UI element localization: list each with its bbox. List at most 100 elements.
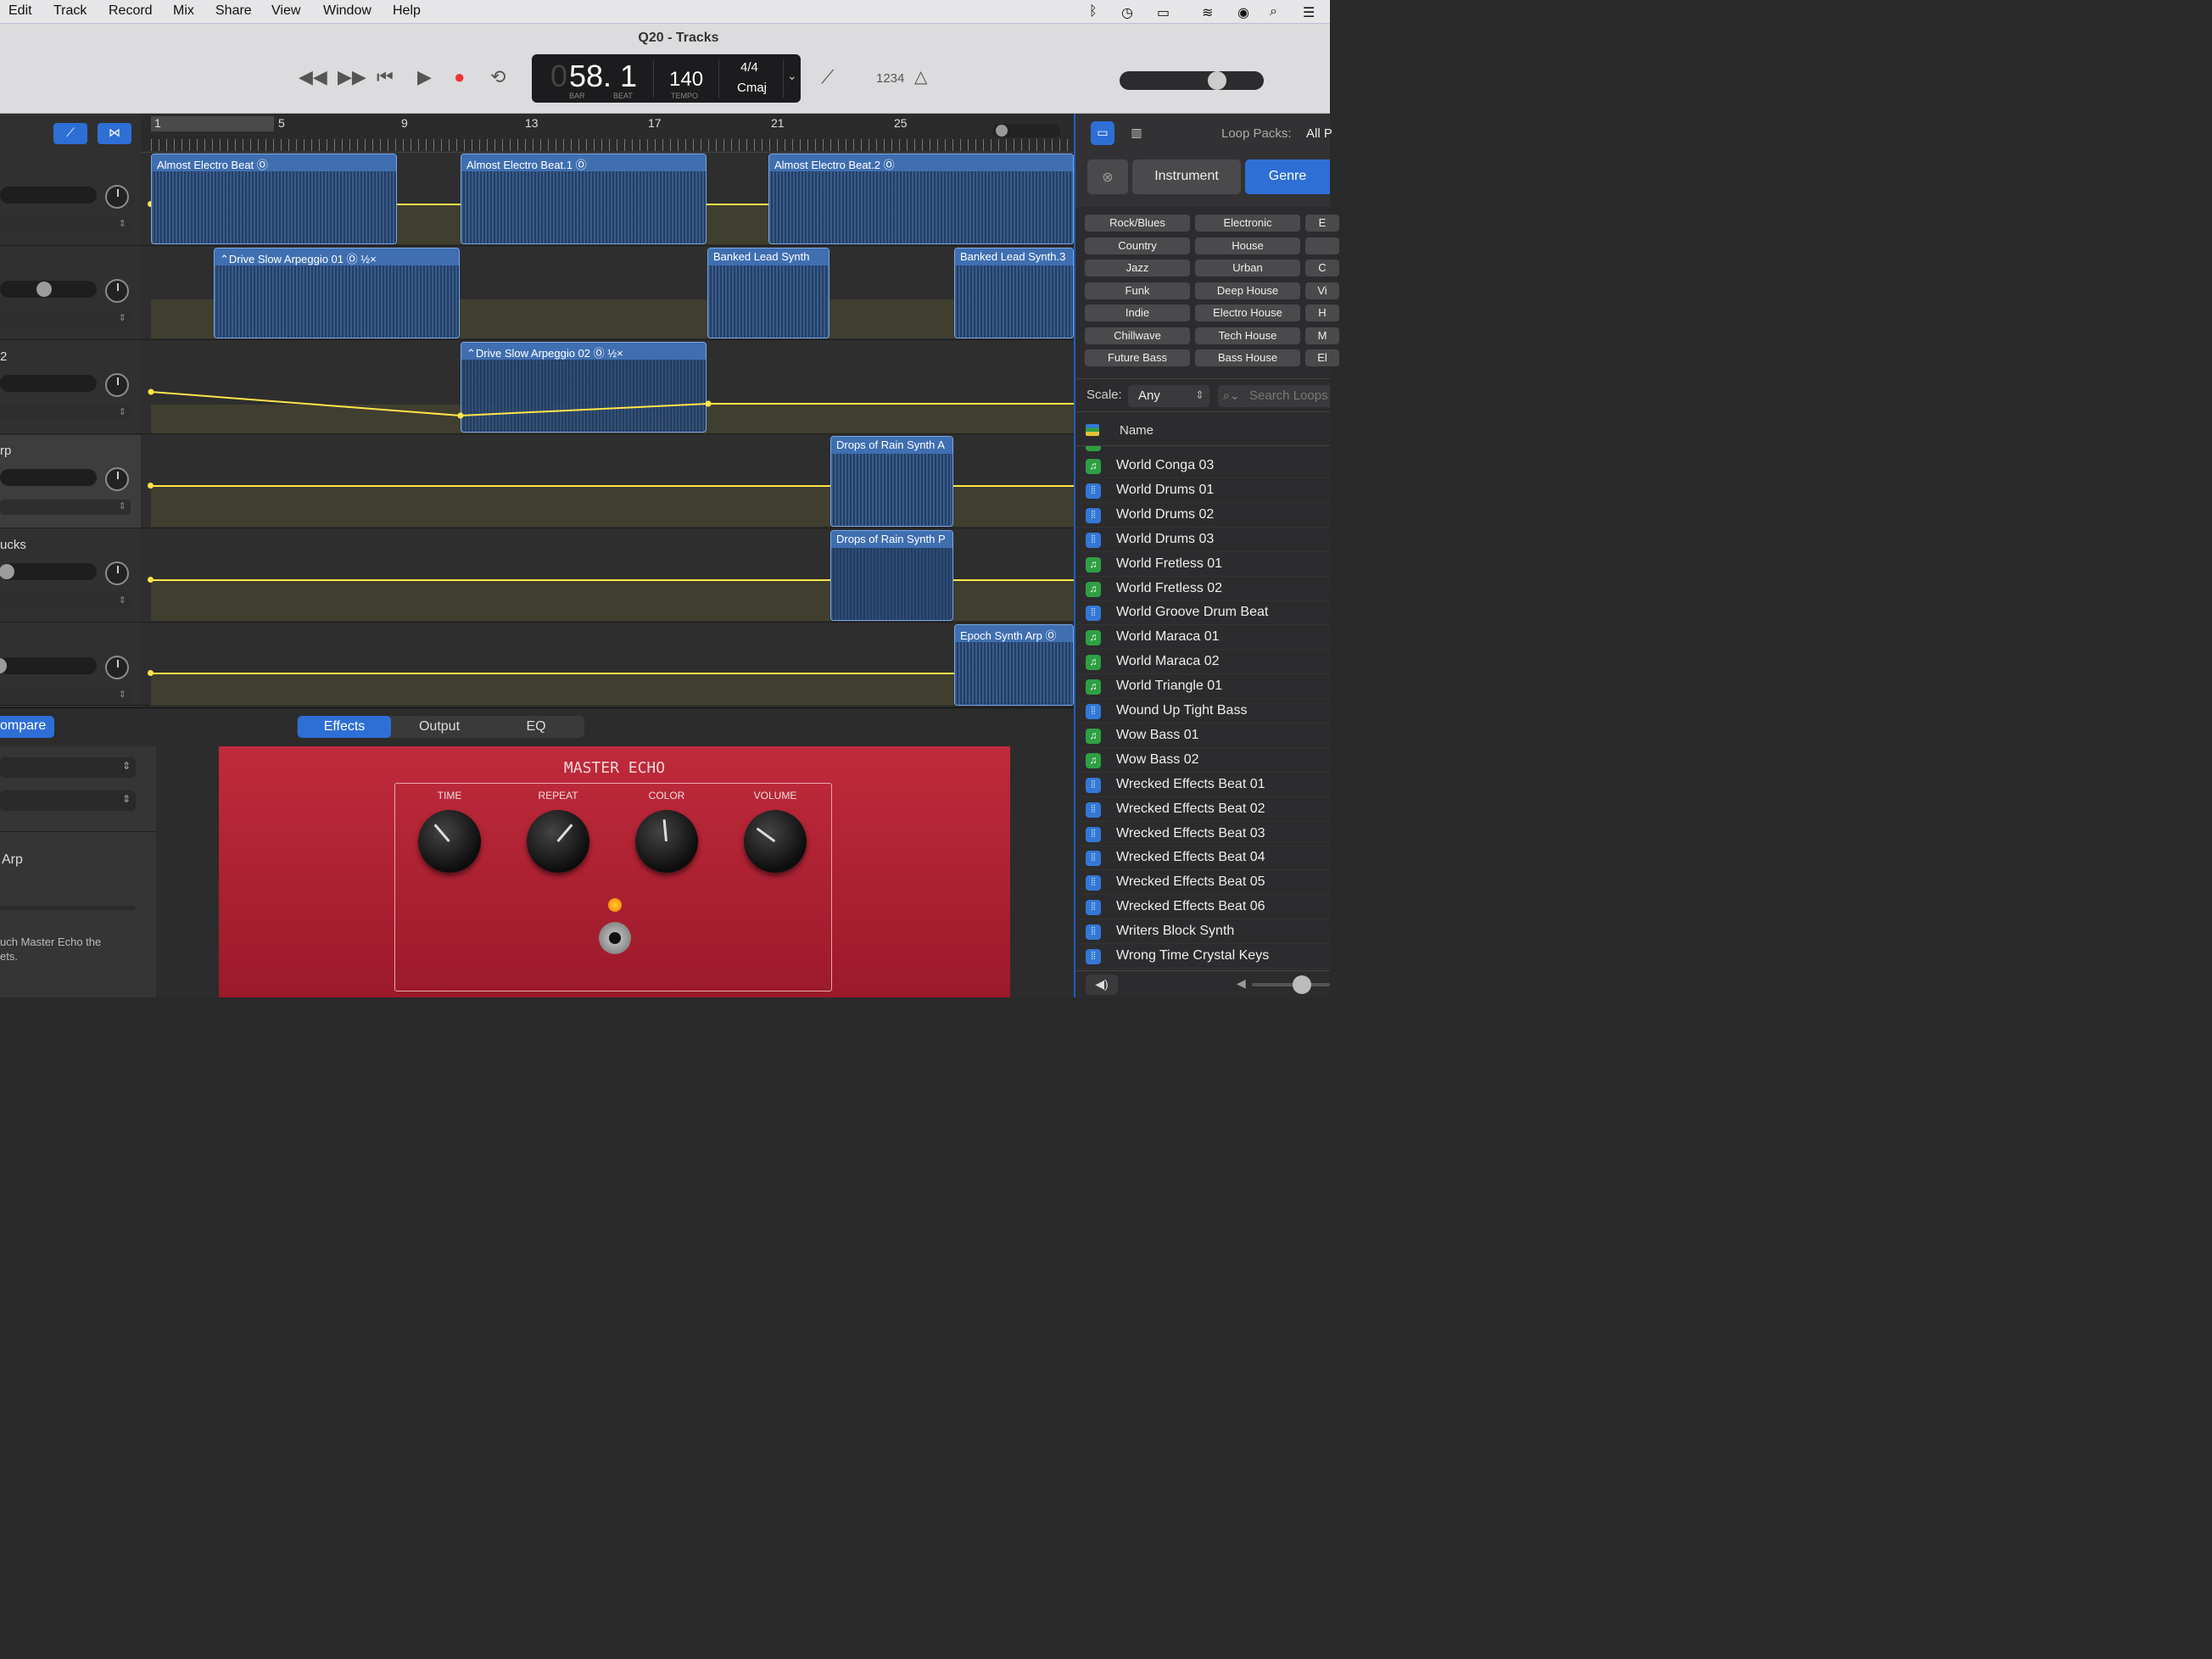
loop-list-item[interactable]: ♫ World Fretless 02 (1075, 577, 1330, 601)
keyword-button[interactable]: Electro House (1195, 304, 1300, 321)
lcd-chevron-down-icon[interactable]: ⌄ (787, 69, 797, 83)
loop-list-item[interactable]: ⦙⦙ World Drums 03 (1075, 528, 1330, 552)
fast-forward-icon[interactable]: ▶▶ (338, 66, 366, 88)
color-knob[interactable] (635, 810, 698, 873)
loop-list-item[interactable]: ⦙⦙ Wrecked Effects Beat 06 (1075, 895, 1330, 920)
loop-list-item[interactable]: ⦙⦙ Wrecked Effects Beat 01 (1075, 773, 1330, 797)
region[interactable]: Almost Electro Beat Ⓞ (151, 154, 397, 244)
region[interactable]: Almost Electro Beat.2 Ⓞ (768, 154, 1074, 244)
track-popup[interactable] (0, 688, 131, 703)
keyword-button[interactable]: Vi (1305, 282, 1339, 299)
track-volume-slider[interactable] (0, 375, 97, 392)
repeat-knob[interactable] (527, 810, 589, 873)
column-view-icon[interactable]: ▥ (1125, 121, 1148, 145)
keyword-button[interactable]: E (1305, 215, 1339, 232)
track-pan-knob[interactable] (105, 185, 129, 209)
loop-list-item[interactable]: ⦙⦙ Wrecked Effects Beat 04 (1075, 846, 1330, 871)
keyword-button[interactable]: Country (1085, 237, 1190, 254)
track-pan-knob[interactable] (105, 561, 129, 585)
keyword-button[interactable] (1305, 237, 1339, 254)
tab-eq[interactable]: EQ (489, 716, 584, 738)
filter-genre-button[interactable]: Genre (1245, 159, 1330, 194)
keyword-button[interactable]: House (1195, 237, 1300, 254)
track-header-3[interactable]: 2 (0, 341, 141, 434)
region[interactable]: Banked Lead Synth.3 (954, 248, 1074, 338)
track-pan-knob[interactable] (105, 656, 129, 679)
timeline-ruler[interactable]: 1 5 9 13 17 21 25 (141, 114, 1074, 153)
menu-share[interactable]: Share (215, 3, 252, 19)
keyword-button[interactable]: Urban (1195, 260, 1300, 276)
keyword-button[interactable]: Chillwave (1085, 327, 1190, 344)
keyword-button[interactable]: Tech House (1195, 327, 1300, 344)
track-header-2[interactable] (0, 247, 141, 340)
lcd-time-signature[interactable]: 4/4 (740, 60, 758, 75)
battery-icon[interactable]: ▭ (1157, 4, 1170, 21)
region[interactable]: Epoch Synth Arp Ⓞ (954, 624, 1074, 706)
keyword-button[interactable]: Future Bass (1085, 349, 1190, 366)
loop-list-item[interactable]: ⦙⦙ Wrong Time Crystal Keys (1075, 944, 1330, 969)
menu-view[interactable]: View (271, 3, 300, 19)
tab-effects[interactable]: Effects (298, 716, 391, 738)
track-pan-knob[interactable] (105, 373, 129, 397)
pedal-footswitch[interactable] (599, 922, 631, 954)
region[interactable]: Banked Lead Synth (707, 248, 830, 338)
lcd-display[interactable]: 0 58. 1 BAR BEAT 140 TEMPO 4/4 Cmaj ⌄ (532, 54, 801, 103)
track-volume-slider[interactable] (0, 563, 97, 580)
keyword-button[interactable]: Electronic (1195, 215, 1300, 232)
loop-list-item[interactable]: ⦙⦙ World Drums 01 (1075, 478, 1330, 503)
search-icon[interactable]: ⌕ (1270, 4, 1277, 20)
preview-volume-thumb[interactable] (1293, 975, 1311, 994)
region[interactable]: ⌃Drive Slow Arpeggio 01 Ⓞ ½× (214, 248, 460, 338)
play-icon[interactable]: ▶ (417, 66, 432, 88)
menu-track[interactable]: Track (53, 3, 87, 19)
bluetooth-icon[interactable]: ᛒ (1089, 4, 1098, 20)
track-volume-thumb[interactable] (36, 282, 52, 297)
loop-list-item[interactable]: ⦙⦙ World Drums 02 (1075, 503, 1330, 528)
keyword-button[interactable]: Indie (1085, 304, 1190, 321)
button-view-icon[interactable]: ▭ (1091, 121, 1114, 145)
track-popup[interactable] (0, 405, 131, 421)
keyword-button[interactable]: Rock/Blues (1085, 215, 1190, 232)
count-in-button[interactable]: 1234 (876, 71, 904, 86)
track-volume-slider[interactable] (0, 469, 97, 486)
tab-output[interactable]: Output (392, 716, 487, 738)
reset-filter-close-icon[interactable]: ⊗ (1087, 159, 1128, 194)
loop-packs-value[interactable]: All P (1306, 126, 1332, 141)
master-volume-thumb[interactable] (1208, 71, 1226, 90)
loop-list-item[interactable]: ⦙⦙ Wound Up Tight Bass (1075, 699, 1330, 723)
region[interactable]: Almost Electro Beat.1 Ⓞ (461, 154, 707, 244)
automation-button[interactable]: ⟋ (53, 123, 87, 144)
speaker-icon[interactable]: ◀) (1086, 975, 1118, 995)
region[interactable]: Drops of Rain Synth A (830, 436, 953, 527)
user-icon[interactable]: ◉ (1237, 4, 1249, 21)
cycle-icon[interactable]: ⟲ (490, 66, 506, 88)
loop-list-item[interactable]: ⦙⦙ Wrecked Effects Beat 05 (1075, 870, 1330, 896)
menu-help[interactable]: Help (393, 3, 421, 19)
track-pan-knob[interactable] (105, 467, 129, 491)
track-volume-slider[interactable] (0, 657, 97, 674)
menu-record[interactable]: Record (109, 3, 153, 19)
mapping-popup[interactable]: ⇕ (0, 790, 136, 811)
keyword-button[interactable]: H (1305, 304, 1339, 321)
loop-list-item[interactable]: ⦙⦙ Wrecked Effects Beat 03 (1075, 822, 1330, 846)
keyword-button[interactable]: Deep House (1195, 282, 1300, 299)
region[interactable]: ⌃Drive Slow Arpeggio 02 Ⓞ ½× (461, 342, 707, 433)
loop-list-item[interactable]: ♫ Wow Bass 01 (1075, 723, 1330, 748)
track-popup[interactable] (0, 311, 131, 327)
compare-button[interactable]: ompare (0, 716, 54, 738)
time-knob[interactable] (418, 810, 481, 873)
track-header-5[interactable]: ucks (0, 529, 141, 623)
rewind-icon[interactable]: ◀◀ (299, 66, 327, 88)
keyword-button[interactable]: El (1305, 349, 1339, 366)
menu-edit[interactable]: Edit (8, 3, 32, 19)
track-popup[interactable] (0, 217, 131, 232)
loop-list-item[interactable]: ⦙⦙ Writers Block Synth (1075, 919, 1330, 945)
track-header-4[interactable]: rp (0, 435, 141, 528)
lcd-tempo[interactable]: 140 (669, 68, 703, 92)
keyword-button[interactable]: Jazz (1085, 260, 1190, 276)
keyword-button[interactable]: C (1305, 260, 1339, 276)
keyword-button[interactable]: M (1305, 327, 1339, 344)
keyword-button[interactable]: Bass House (1195, 349, 1300, 366)
master-volume-slider[interactable] (1120, 71, 1264, 90)
track-header-1[interactable] (0, 153, 141, 246)
